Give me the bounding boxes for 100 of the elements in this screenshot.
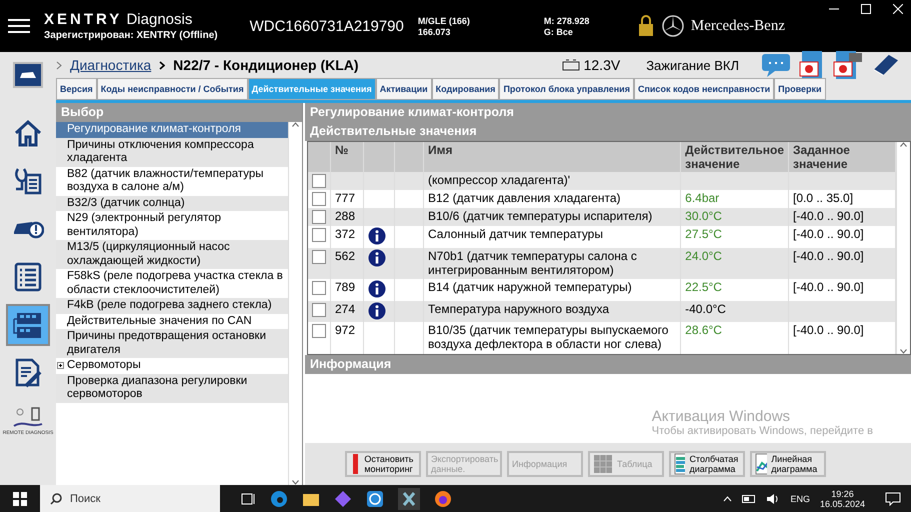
toolbar-button[interactable]: Остановить мониторинг [345, 451, 421, 477]
table-cell: (компрессор хладагента)' [428, 173, 570, 187]
pdf-icon[interactable] [799, 50, 825, 80]
activation-notice-text: Чтобы активировать Windows, перейдите в [652, 425, 873, 437]
vehicle-button[interactable] [13, 62, 43, 88]
table-cell: Температура наружного воздуха [428, 302, 609, 316]
selection-item[interactable]: B82 (датчик влажности/температуры воздуха в салоне а/м) [56, 166, 288, 196]
scrollbar[interactable] [896, 142, 910, 354]
chat-icon[interactable] [761, 52, 791, 78]
table-cell: 6.4bar [685, 191, 720, 206]
book-icon[interactable] [871, 53, 901, 77]
tab[interactable]: Протокол блока управления [499, 78, 634, 100]
registration-status: Зарегистрирован: XENTRY (Offline) [44, 30, 218, 41]
model-text: 166.073 [418, 26, 452, 36]
speaker-icon[interactable] [766, 492, 780, 504]
row-checkbox[interactable] [312, 228, 326, 242]
selection-item[interactable]: Причины предотвращения остановки двигателя [56, 329, 288, 358]
table-cell: 562 [335, 248, 356, 263]
info-icon[interactable] [368, 227, 386, 246]
row-checkbox[interactable] [312, 281, 326, 296]
row-checkbox[interactable] [312, 250, 326, 264]
x-app-icon[interactable] [398, 488, 420, 510]
table-cell: 30.0°C [685, 209, 722, 224]
maximize-icon[interactable] [861, 4, 871, 14]
close-icon[interactable] [893, 4, 903, 14]
home-icon [12, 117, 44, 149]
scroll-up-icon[interactable] [900, 142, 907, 147]
table-row[interactable]: 562 N70b1 (датчик температуры салона с интегрированным вентилятором) 24.0°C [-40.0 .. 90.0] [308, 248, 896, 280]
browser-icon[interactable] [270, 490, 288, 508]
pdf-print-icon[interactable] [833, 50, 863, 80]
tab[interactable]: Версия [56, 78, 97, 100]
row-checkbox[interactable] [312, 324, 326, 338]
table-cell: 789 [335, 280, 356, 294]
scroll-down-icon[interactable] [900, 349, 907, 354]
engine-text: M: 278.928 [544, 16, 590, 26]
expand-icon[interactable] [57, 362, 64, 369]
scroll-down-icon[interactable] [292, 480, 299, 485]
table-cell: [-40.0 .. 90.0] [793, 227, 864, 242]
model-text: M/GLE (166) [418, 16, 470, 26]
selection-item[interactable]: B32/3 (датчик солнца) [56, 196, 288, 211]
table-row[interactable]: 972 B10/35 (датчик температуры выпускаемого воздуха дефлектора в области ног слева) 28.6°C [-40.0 .. 90.0] [308, 322, 896, 354]
app-icon[interactable] [366, 490, 384, 508]
selection-item[interactable]: Регулирование климат-контроля [56, 122, 288, 138]
row-checkbox[interactable] [312, 174, 326, 188]
table-cell: [0.0 .. 35.0] [793, 191, 854, 206]
toolbar-button[interactable]: Столбчатая диаграмма [669, 451, 745, 477]
info-icon[interactable] [368, 248, 386, 267]
nav-button[interactable] [6, 304, 50, 346]
notification-icon[interactable] [885, 492, 901, 506]
menu-icon[interactable] [8, 18, 30, 34]
row-checkbox[interactable] [312, 192, 326, 206]
table-row[interactable]: 288 B10/6 (датчик температуры испарителя) 30.0°C [-40.0 .. 90.0] [308, 208, 896, 226]
table-row[interactable]: (компрессор хладагента)' [308, 172, 896, 190]
table-cell: 777 [335, 191, 356, 206]
selection-item[interactable]: Проверка диапазона регулировки сервомоторов [56, 374, 288, 402]
language-indicator[interactable]: ENG [790, 494, 810, 504]
selection-item[interactable]: F4kB (реле подогрева заднего стекла) [56, 298, 288, 314]
table-cell: N70b1 (датчик температуры салона с интегрированным вентилятором) [428, 248, 637, 277]
brand-name: Mercedes-Benz [690, 18, 785, 34]
tab[interactable]: Список кодов неисправности [634, 78, 774, 100]
windows-start-icon[interactable] [13, 492, 27, 506]
selection-item[interactable]: M13/5 (циркуляционный насос охлаждающей жидкости) [56, 240, 288, 269]
table-cell: Салонный датчик температуры [428, 227, 603, 242]
row-checkbox[interactable] [312, 210, 326, 224]
tab[interactable]: Кодирования [432, 78, 500, 100]
toolbar-button[interactable]: Линейная диаграмма [750, 451, 826, 477]
table-cell: 24.0°C [685, 248, 722, 263]
selection-item[interactable]: Действительные значения по CAN [56, 314, 288, 329]
tab[interactable]: Проверки [774, 78, 826, 100]
table-cell: 288 [335, 209, 356, 224]
table-cell: 274 [335, 302, 356, 316]
panel-header: Регулирование климат-контроля [305, 103, 911, 122]
chevron-icon[interactable] [723, 496, 732, 502]
selection-item[interactable]: Причины отключения компрессора хладагента [56, 138, 288, 166]
info-icon[interactable] [368, 302, 386, 320]
voltage-reading: 12.3V [584, 57, 620, 73]
scrollbar[interactable] [288, 122, 302, 485]
breadcrumb-link[interactable]: Диагностика [70, 57, 152, 73]
tab[interactable]: Коды неисправности / События [96, 78, 248, 100]
column-header: Действительное значение [680, 142, 788, 172]
battery-icon [562, 59, 580, 71]
tab[interactable]: Активации [376, 78, 432, 100]
scroll-up-icon[interactable] [292, 122, 299, 127]
panel-header: Информация [305, 355, 911, 374]
task-view-icon[interactable] [240, 490, 256, 506]
breadcrumb-current: N22/7 - Кондиционер (KLA) [173, 57, 359, 73]
table-cell: 972 [335, 323, 356, 337]
table-cell: [-40.0 .. 90.0] [793, 280, 864, 294]
table-cell: 372 [335, 227, 356, 242]
panel-header: Выбор [56, 103, 302, 122]
table-cell: B14 (датчик наружной температуры) [428, 280, 632, 294]
info-icon[interactable] [368, 280, 386, 298]
taskbar-search-field[interactable]: Поиск [40, 485, 220, 512]
table-row[interactable]: 274 Температура наружного воздуха -40.0°C [308, 300, 896, 322]
list-icon [12, 261, 44, 293]
chevron-icon [56, 60, 62, 70]
grid-icon [593, 454, 613, 474]
clock-date: 16.05.2024 [820, 498, 865, 508]
row-checkbox[interactable] [312, 302, 326, 317]
fox-browser-icon[interactable] [434, 490, 452, 508]
